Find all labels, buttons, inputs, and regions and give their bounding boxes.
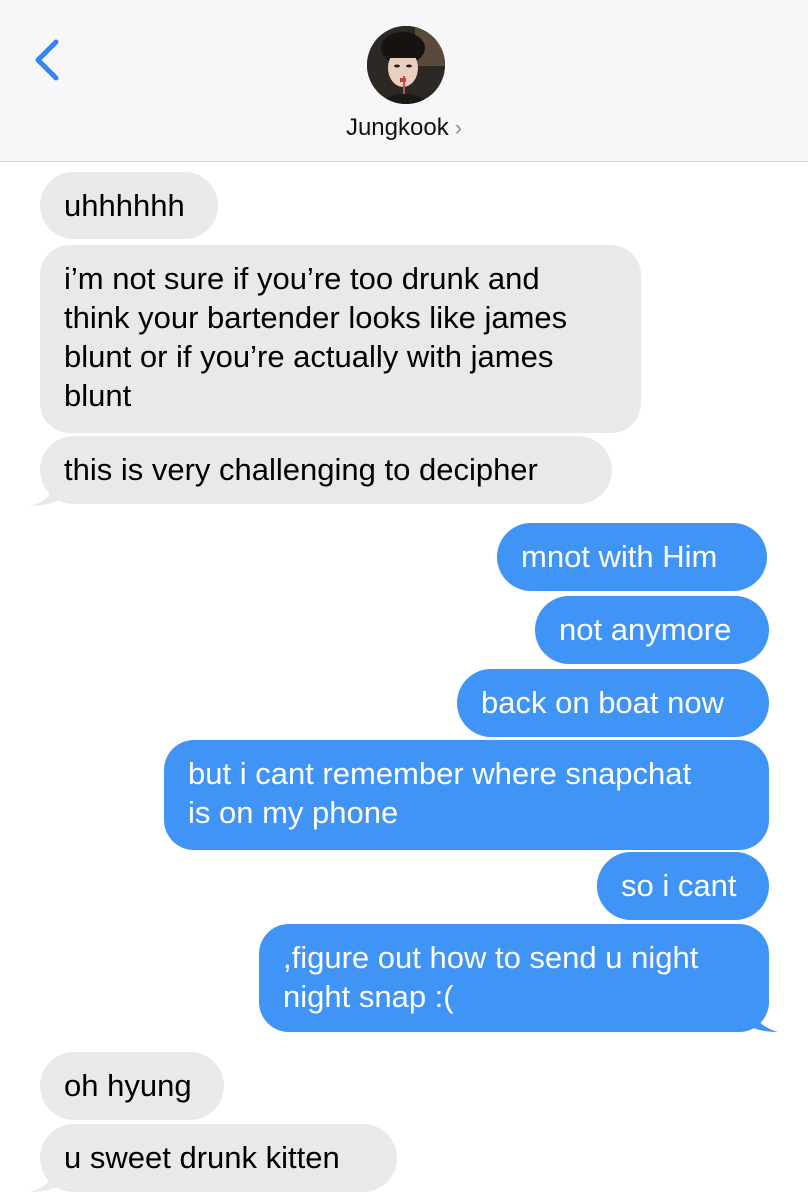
message-bubble[interactable]: not anymore [535,596,769,664]
message-bubble[interactable]: uhhhhhh [40,172,218,239]
message-thread[interactable]: uhhhhhh i’m not sure if you’re too drunk… [0,162,808,1200]
message-line: back on boat now [481,685,725,720]
message-line: i’m not sure if you’re too drunk and [64,261,540,296]
message-bubble[interactable]: but i cant remember where snapchat is on… [164,740,769,850]
message-line: is on my phone [188,795,399,830]
message-line: oh hyung [64,1068,192,1103]
message-line: but i cant remember where snapchat [188,756,692,791]
message-line: blunt [64,378,132,413]
message-bubble[interactable]: u sweet drunk kitten [40,1124,397,1192]
chevron-right-icon: › [454,115,463,140]
message-line: think your bartender looks like james [64,300,568,335]
message-line: not anymore [559,612,732,647]
message-line: this is very challenging to decipher [64,452,538,487]
message-line: blunt or if you’re actually with james [64,339,554,374]
message-line: mnot with Him [521,539,718,574]
message-line: uhhhhhh [64,188,185,223]
message-line: ,figure out how to send u night [283,940,699,975]
contact-avatar[interactable] [367,26,445,104]
message-line: u sweet drunk kitten [64,1140,340,1175]
message-bubble[interactable]: back on boat now [457,669,769,737]
bubble-tail [30,1158,66,1192]
message-bubble[interactable]: mnot with Him [497,523,767,591]
contact-name: Jungkook [345,114,449,141]
message-bubble[interactable]: oh hyung [40,1052,224,1120]
back-button[interactable] [26,36,70,84]
contact-name-button[interactable]: Jungkook › [0,114,808,142]
message-line: night snap :( [283,979,454,1014]
message-bubble[interactable]: this is very challenging to decipher [40,436,612,504]
avatar-photo [367,26,445,104]
message-bubble[interactable]: so i cant [597,852,769,920]
message-bubble[interactable]: i’m not sure if you’re too drunk and thi… [40,245,641,433]
message-line: so i cant [621,868,737,903]
message-bubble[interactable]: ,figure out how to send u night night sn… [259,924,769,1032]
bubble-tail [742,998,778,1032]
bubble-tail [30,472,66,506]
conversation-header: Jungkook › [0,0,808,162]
chevron-left-icon [35,39,59,81]
